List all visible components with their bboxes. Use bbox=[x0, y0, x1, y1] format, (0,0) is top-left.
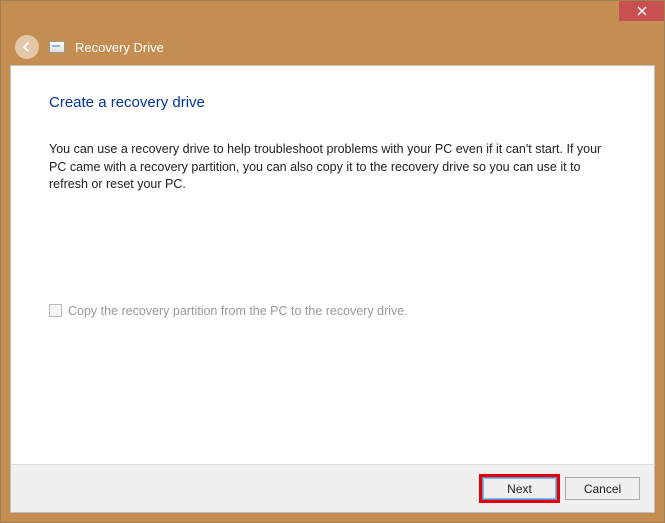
copy-partition-checkbox bbox=[49, 304, 62, 317]
close-icon bbox=[637, 6, 647, 16]
content-panel: Create a recovery drive You can use a re… bbox=[10, 65, 655, 513]
back-button[interactable] bbox=[15, 35, 39, 59]
copy-partition-row: Copy the recovery partition from the PC … bbox=[49, 304, 616, 318]
content-wrap: Create a recovery drive You can use a re… bbox=[1, 65, 664, 522]
recovery-drive-window: Recovery Drive Create a recovery drive Y… bbox=[0, 0, 665, 523]
next-button[interactable]: Next bbox=[482, 477, 557, 500]
copy-partition-label: Copy the recovery partition from the PC … bbox=[68, 304, 408, 318]
page-description: You can use a recovery drive to help tro… bbox=[49, 141, 616, 194]
recovery-drive-icon bbox=[49, 41, 65, 53]
cancel-button[interactable]: Cancel bbox=[565, 477, 640, 500]
page-heading: Create a recovery drive bbox=[49, 94, 616, 111]
wizard-footer: Next Cancel bbox=[11, 464, 654, 512]
wizard-header: Recovery Drive bbox=[1, 29, 664, 65]
back-arrow-icon bbox=[20, 40, 34, 54]
content-body: Create a recovery drive You can use a re… bbox=[11, 66, 654, 464]
close-button[interactable] bbox=[619, 1, 664, 21]
titlebar bbox=[1, 1, 664, 29]
window-title: Recovery Drive bbox=[75, 40, 164, 55]
